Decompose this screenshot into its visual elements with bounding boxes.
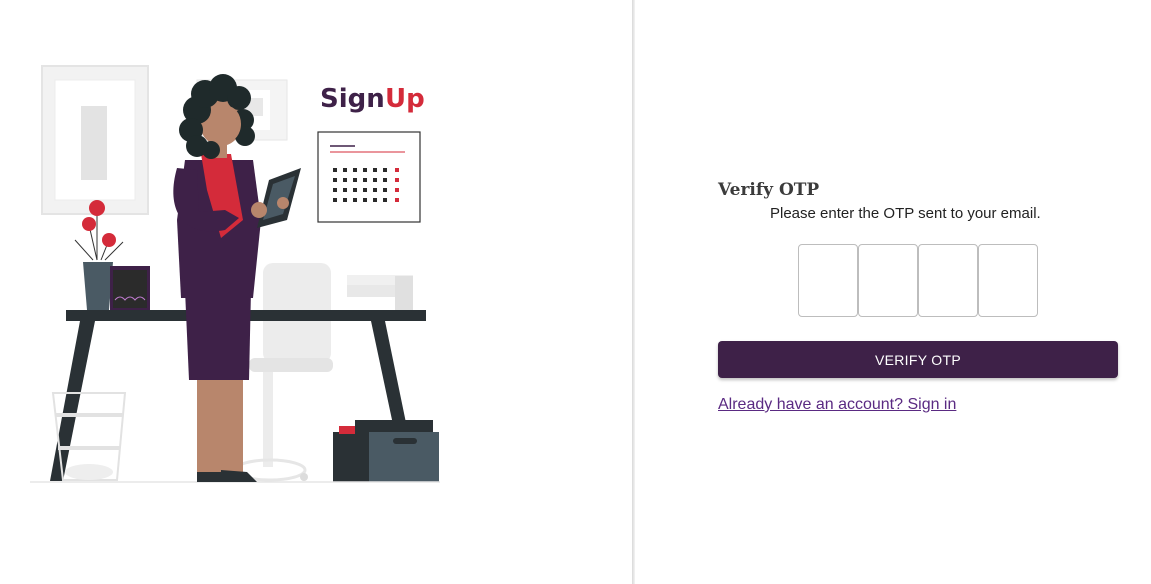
otp-instruction: Please enter the OTP sent to your email. bbox=[770, 205, 1041, 222]
verify-otp-button[interactable]: VERIFY OTP bbox=[718, 341, 1118, 378]
otp-form-panel: Verify OTP Please enter the OTP sent to … bbox=[635, 0, 1151, 584]
otp-digit-1[interactable] bbox=[798, 244, 858, 317]
illustration-panel: Sign Up bbox=[0, 0, 632, 584]
otp-digit-3[interactable] bbox=[918, 244, 978, 317]
sign-in-link[interactable]: Already have an account? Sign in bbox=[718, 396, 956, 414]
page-title: Verify OTP bbox=[718, 180, 820, 200]
sign-up-title-part1: Sign bbox=[320, 84, 385, 114]
otp-input-group bbox=[798, 244, 1038, 317]
otp-digit-2[interactable] bbox=[858, 244, 918, 317]
sign-up-illustration: Sign Up bbox=[30, 65, 440, 483]
otp-digit-4[interactable] bbox=[978, 244, 1038, 317]
sign-up-title-part2: Up bbox=[385, 84, 425, 114]
